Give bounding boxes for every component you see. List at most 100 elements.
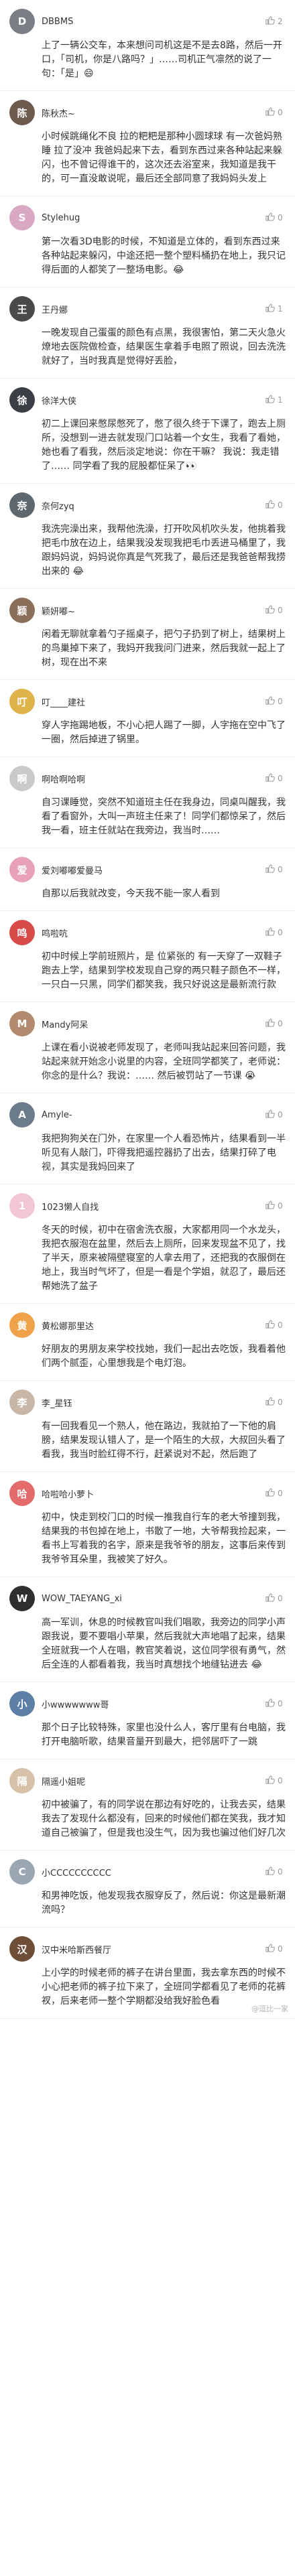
comment-username[interactable]: 汉中米哈斯西餐厅 [42,1943,259,1956]
comment-username[interactable]: 哈啦哈小萝卜 [42,1487,259,1500]
comment-username[interactable]: 小wwwwwww哥 [42,1698,259,1710]
avatar-glyph: A [18,1109,26,1121]
comment-username[interactable]: Mandy阿呆 [42,1018,259,1030]
comment-username[interactable]: Stylehug [42,213,259,223]
like-button[interactable]: 0 [265,864,286,876]
avatar[interactable]: 鸣 [9,920,35,945]
avatar[interactable]: 颖 [9,598,35,623]
comment-text: 自那以后我就改变，今天我不能一家人看到 [42,888,220,899]
like-count: 0 [278,1320,283,1330]
comment-text: 那个日子比较特殊，家里也没什么人，客厅里有台电脑，我打开电脑听歌，结果音量开到最… [42,1722,286,1747]
like-count: 0 [278,108,283,117]
like-count: 0 [278,928,283,937]
comment-text: 第一次看3D电影的时候，不知道是立体的，看到东西过来各种站起来躲闪，中途还把一整… [42,236,286,275]
like-button[interactable]: 1 [265,303,286,315]
comment-item: A Amyle- 0 我把狗狗关在门外，在家里一个人看恐怖片，结果看到一半听见有人敲门… [0,1093,295,1184]
like-count: 1 [278,304,283,314]
like-button[interactable]: 0 [265,1109,286,1121]
like-button[interactable]: 0 [265,1200,286,1212]
avatar[interactable]: D [9,9,35,34]
comment-header: 隔 隔遥小姐呢 0 [9,1767,286,1794]
avatar[interactable]: M [9,1011,35,1036]
like-button[interactable]: 0 [265,1698,286,1710]
comment-username[interactable]: 隔遥小姐呢 [42,1775,259,1787]
comment-username[interactable]: Amyle- [42,1110,259,1120]
comment-username[interactable]: 鸣啦吭 [42,927,259,939]
comment-username[interactable]: 李_星钰 [42,1396,259,1409]
avatar[interactable]: C [9,1859,35,1885]
avatar[interactable]: S [9,205,35,230]
avatar[interactable]: 爱 [9,857,35,882]
avatar-glyph: 颖 [17,604,27,617]
comment-text: 有一回我看见一个熟人，他在路边，我就拍了一下他的肩膀，结果发现认错人了，是一个陌… [42,1421,286,1460]
like-button[interactable]: 0 [265,1592,286,1605]
like-button[interactable]: 0 [265,1018,286,1030]
comment-username[interactable]: WOW_TAEYANG_xi [42,1594,259,1604]
comment-username[interactable]: 奈何zyq [42,499,259,512]
thumbs-up-icon [265,695,278,707]
thumbs-up-icon [265,107,278,119]
like-button[interactable]: 1 [265,394,286,406]
avatar[interactable]: A [9,1102,35,1128]
comment-header: 徐 徐洋大侠 1 [9,387,286,413]
comment-header: 李 李_星钰 0 [9,1389,286,1416]
avatar[interactable]: 汉 [9,1936,35,1962]
like-button[interactable]: 0 [265,1487,286,1499]
comment-username[interactable]: 颖妍嘟~ [42,604,259,617]
avatar[interactable]: 王 [9,296,35,322]
avatar-glyph: S [18,212,26,224]
avatar[interactable]: 啊 [9,766,35,791]
comment-username[interactable]: DBBMS [42,17,259,27]
avatar-glyph: 汉 [17,1943,27,1956]
thumbs-up-icon [265,864,278,876]
comment-item: M Mandy阿呆 0 上课在看小说被老师发现了，老师叫我站起来回答问题，我站起来就开… [0,1002,295,1093]
like-count: 0 [278,1699,283,1708]
avatar[interactable]: 小 [9,1691,35,1716]
like-button[interactable]: 0 [265,604,286,616]
comment-username[interactable]: 徐洋大侠 [42,394,259,407]
like-button[interactable]: 0 [265,212,286,224]
avatar[interactable]: W [9,1586,35,1611]
avatar[interactable]: 奈 [9,492,35,518]
avatar[interactable]: 哈 [9,1481,35,1506]
like-button[interactable]: 0 [265,1396,286,1408]
avatar-glyph: 王 [17,303,27,316]
comment-text: 一晚发现自己蛋蛋的颜色有点黑，我很害怕，第二天火急火燎地去医院做检查，结果医生拿… [42,328,286,366]
avatar-glyph: 李 [17,1396,27,1409]
comment-username[interactable]: 叮____建社 [42,695,259,708]
avatar[interactable]: 黄 [9,1312,35,1338]
avatar[interactable]: 徐 [9,387,35,413]
like-button[interactable]: 0 [265,927,286,939]
avatar-glyph: 叮 [17,695,27,708]
comment-username[interactable]: 爱刘嘟嘟爱曼马 [42,864,259,876]
comment-text: 好朋友的男朋友来学校找她，我们一起出去吃饭，我看着他们两个腻歪，心里想我是个电灯… [42,1344,286,1369]
thumbs-up-icon [265,1109,278,1121]
avatar[interactable]: 陈 [9,100,35,125]
avatar[interactable]: 1 [9,1193,35,1219]
comment-username[interactable]: 啊哈啊哈啊 [42,772,259,785]
comment-username[interactable]: 1023懒人自找 [42,1200,259,1213]
like-button[interactable]: 0 [265,1943,286,1955]
like-button[interactable]: 0 [265,695,286,707]
comment-username[interactable]: 黄松娜那里达 [42,1319,259,1332]
avatar-glyph: 隔 [17,1775,27,1787]
avatar[interactable]: 李 [9,1389,35,1415]
like-button[interactable]: 0 [265,1775,286,1787]
comment-username[interactable]: 王丹娜 [42,303,259,316]
avatar-glyph: D [17,15,27,27]
like-button[interactable]: 0 [265,772,286,785]
like-button[interactable]: 0 [265,1866,286,1878]
avatar[interactable]: 叮 [9,689,35,714]
comment-username[interactable]: 陈秋杰~ [42,107,259,119]
comment-username[interactable]: 小CCCCCCCCCC [42,1866,259,1879]
like-button[interactable]: 0 [265,1319,286,1331]
like-button[interactable]: 0 [265,107,286,119]
comment-text: 初中被骗了，有的同学说在那边有好吃的，让我去买，结果我去了发现什么都没有，回来的… [42,1800,286,1838]
like-count: 0 [278,865,283,874]
comment-item: 陈 陈秋杰~ 0 小时候跳绳化不良 拉的粑粑是那种小圆球球 有一次爸妈熟睡 拉了没冲 … [0,91,295,196]
like-count: 0 [278,1019,283,1028]
like-button[interactable]: 0 [265,499,286,511]
like-button[interactable]: 2 [265,15,286,27]
avatar[interactable]: 隔 [9,1768,35,1793]
comment-header: 颖 颖妍嘟~ 0 [9,597,286,624]
